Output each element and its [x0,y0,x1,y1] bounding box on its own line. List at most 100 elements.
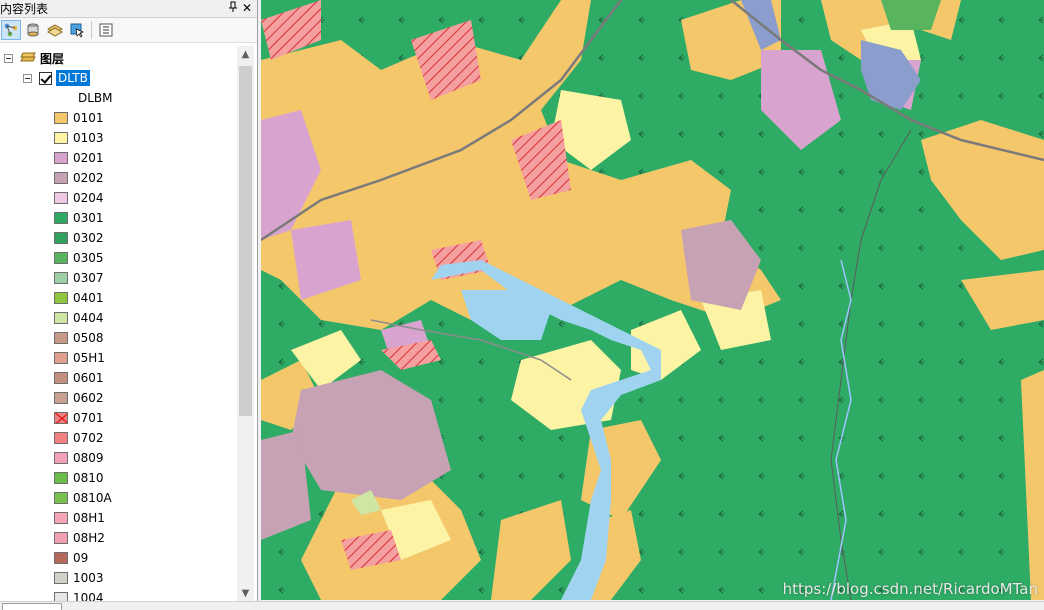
panel-title: 内容列表 [0,1,49,16]
legend-label: 0602 [73,391,104,405]
list-by-drawing-order-icon[interactable] [1,20,21,40]
legend-label: 0307 [73,271,104,285]
legend-label: 0201 [73,151,104,165]
layer-visibility-checkbox[interactable] [39,71,52,85]
legend-item[interactable]: 0601 [54,368,104,388]
legend-item[interactable]: 0404 [54,308,104,328]
legend-swatch [54,192,68,204]
legend-item[interactable]: 1004 [54,588,104,602]
legend-swatch [54,352,68,364]
legend-swatch [54,312,68,324]
legend-label: 0601 [73,371,104,385]
toc-scrollbar[interactable]: ▲ ▼ [237,46,254,602]
legend-swatch [54,272,68,284]
legend-item[interactable]: 0401 [54,288,104,308]
legend-item[interactable]: 0201 [54,148,104,168]
legend-swatch [54,412,68,424]
scrollbar-thumb[interactable] [239,66,252,416]
symbology-field-name: DLBM [78,91,113,105]
panel-title-bar: 内容列表 ✕ [0,0,257,18]
toc-toolbar [0,18,257,43]
legend-label: 05H1 [73,351,105,365]
watermark: https://blog.csdn.net/RicardoMTan [782,580,1038,598]
legend-swatch [54,552,68,564]
legend-swatch [54,172,68,184]
legend-item[interactable]: 0103 [54,128,104,148]
legend-item[interactable]: 08H1 [54,508,105,528]
legend-item[interactable]: 1003 [54,568,104,588]
layer-row-dltb[interactable]: DLTB [23,68,90,88]
layer-name[interactable]: DLTB [56,70,90,86]
legend-item[interactable]: 0702 [54,428,104,448]
layers-root-label: 图层 [40,51,65,66]
legend-item[interactable]: 05H1 [54,348,105,368]
legend-item[interactable]: 0307 [54,268,104,288]
legend-swatch [54,332,68,344]
status-bar [0,601,1044,610]
close-icon[interactable]: ✕ [240,1,254,16]
legend-label: 0810A [73,491,112,505]
scroll-up-arrow-icon[interactable]: ▲ [237,46,254,63]
legend-swatch [54,512,68,524]
legend-swatch [54,232,68,244]
legend-swatch [54,292,68,304]
legend-item[interactable]: 0809 [54,448,104,468]
legend-item[interactable]: 0202 [54,168,104,188]
legend-swatch [54,112,68,124]
legend-label: 0702 [73,431,104,445]
legend-item[interactable]: 0305 [54,248,104,268]
legend-swatch [54,452,68,464]
legend-label: 09 [73,551,89,565]
legend-label: 1003 [73,571,104,585]
land-use-map [261,0,1044,600]
legend-label: 0101 [73,111,104,125]
legend-swatch [54,252,68,264]
legend-swatch [54,432,68,444]
legend-item[interactable]: 0810 [54,468,104,488]
legend-swatch [54,392,68,404]
legend-swatch [54,472,68,484]
list-by-selection-icon[interactable] [67,20,87,40]
legend-label: 08H2 [73,531,105,545]
layers-root-row[interactable]: 图层 [4,48,64,68]
legend-label: 0810 [73,471,104,485]
legend-swatch [54,532,68,544]
legend-item[interactable]: 0602 [54,388,104,408]
legend-swatch [54,492,68,504]
options-icon[interactable] [96,20,116,40]
legend-swatch [54,132,68,144]
toolbar-separator [91,21,92,39]
legend-label: 0404 [73,311,104,325]
legend-item[interactable]: 0508 [54,328,104,348]
legend-item[interactable]: 09 [54,548,88,568]
layer-tree: 图层 DLTB DLBM 0101 0103 0201 0202 0204 0301 030… [0,46,237,602]
legend-item[interactable]: 0701 [54,408,104,428]
legend-item[interactable]: 0101 [54,108,104,128]
symbology-field-row: DLBM [78,88,113,108]
legend-item[interactable]: 0204 [54,188,104,208]
legend-item[interactable]: 0810A [54,488,112,508]
legend-label: 0202 [73,171,104,185]
legend-item[interactable]: 0302 [54,228,104,248]
legend-swatch [54,372,68,384]
legend-label: 0401 [73,291,104,305]
map-view[interactable]: https://blog.csdn.net/RicardoMTan [261,0,1044,600]
legend-label: 0302 [73,231,104,245]
legend-item[interactable]: 08H2 [54,528,105,548]
collapse-toggle[interactable] [23,73,32,83]
legend-label: 0809 [73,451,104,465]
legend-label: 08H1 [73,511,105,525]
legend-label: 0204 [73,191,104,205]
scroll-down-arrow-icon[interactable]: ▼ [237,585,254,602]
layers-icon [20,51,36,65]
collapse-toggle[interactable] [4,53,13,63]
legend-item[interactable]: 0301 [54,208,104,228]
table-of-contents-panel: 内容列表 ✕ 图层 DLTB DLBM 0101 0103 0201 0202 … [0,0,258,604]
list-by-visibility-icon[interactable] [45,20,65,40]
legend-label: 0508 [73,331,104,345]
legend-label: 0103 [73,131,104,145]
list-by-source-icon[interactable] [23,20,43,40]
legend-label: 0301 [73,211,104,225]
legend-swatch [54,572,68,584]
pin-icon[interactable] [226,1,240,16]
